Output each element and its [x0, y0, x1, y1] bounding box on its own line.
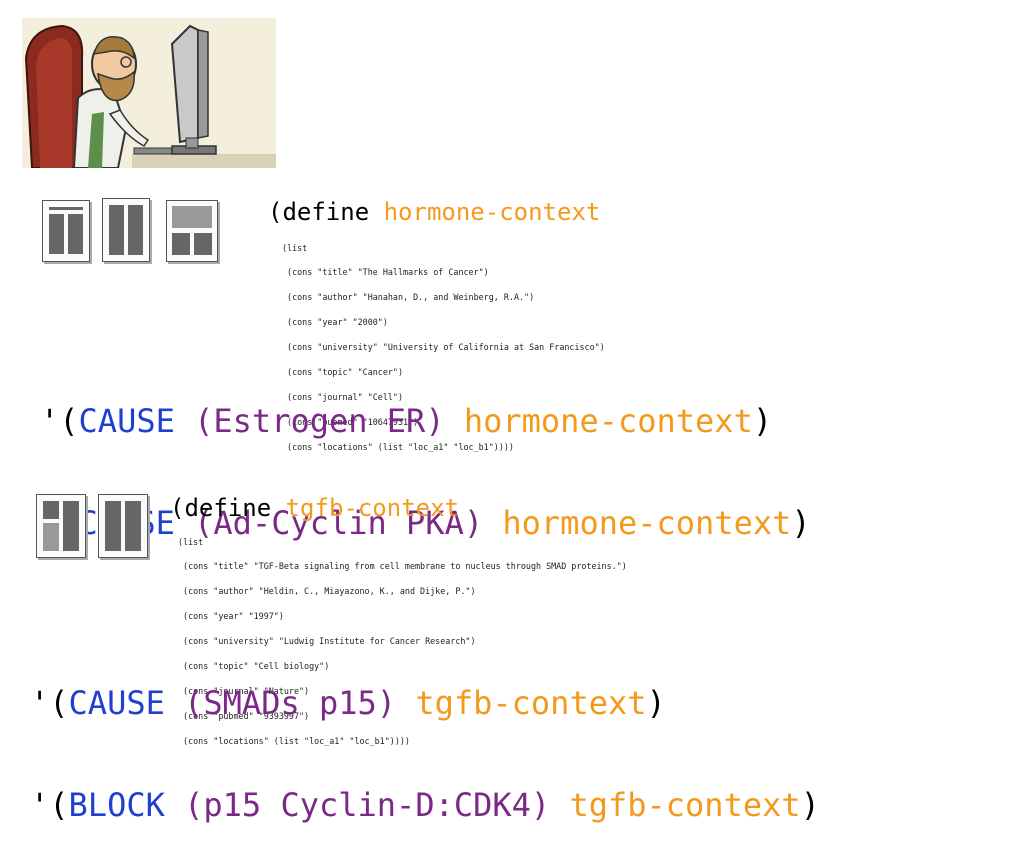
context-ref: hormone-context [463, 402, 753, 440]
close-paren: ) [752, 402, 773, 440]
close-paren: ) [791, 504, 811, 542]
scientist-at-computer-illustration [22, 18, 276, 169]
paper-thumbnails-section2 [32, 490, 162, 564]
define-tgfb-context-heading: (define tgfb-context [170, 496, 459, 520]
statement-line: '(CAUSE (SMADs p15) tgfb-context) [30, 686, 820, 720]
entity-args: (p15 Cyclin-D:CDK4) [184, 786, 551, 824]
code-line: (cons "author" "Hanahan, D., and Weinber… [282, 292, 535, 303]
code-line: (list [178, 536, 204, 547]
verb-keyword: CAUSE [78, 402, 175, 440]
paper-page-icon [166, 200, 218, 262]
code-line: (cons "year" "2000") [282, 317, 388, 328]
code-line: (cons "title" "The Hallmarks of Cancer") [282, 267, 489, 278]
tgfb-statements: '(CAUSE (SMADs p15) tgfb-context) '(BLOC… [30, 618, 820, 856]
close-paren: ) [646, 684, 666, 722]
define-hormone-context-heading: (define hormone-context [268, 200, 600, 224]
context-ref: tgfb-context [415, 684, 647, 722]
context-name: hormone-context [383, 198, 601, 226]
define-keyword: (define [170, 494, 272, 522]
quote-open: '( [40, 402, 79, 440]
code-line: (cons "title" "TGF-Beta signaling from c… [178, 561, 627, 572]
define-keyword: (define [268, 198, 370, 226]
quote-open: '( [30, 684, 69, 722]
verb-keyword: BLOCK [68, 786, 165, 824]
verb-keyword: CAUSE [68, 684, 165, 722]
close-paren: ) [800, 786, 820, 824]
context-ref: tgfb-context [569, 786, 801, 824]
paper-page-icon [36, 494, 86, 558]
code-line: (cons "author" "Heldin, C., Miayazono, K… [178, 586, 476, 597]
paper-page-icon [102, 198, 150, 262]
paper-thumbnails-section1 [40, 196, 230, 268]
paper-page-icon [42, 200, 90, 262]
context-name: tgfb-context [285, 494, 459, 522]
paper-page-icon [98, 494, 148, 558]
statement-line: '(BLOCK (p15 Cyclin-D:CDK4) tgfb-context… [30, 788, 820, 822]
entity-args: (Estrogen ER) [194, 402, 445, 440]
entity-args: (SMADs p15) [184, 684, 397, 722]
quote-open: '( [30, 786, 69, 824]
code-line: (list [282, 242, 308, 253]
statement-line: '(CAUSE (Estrogen ER) hormone-context) [40, 404, 811, 438]
